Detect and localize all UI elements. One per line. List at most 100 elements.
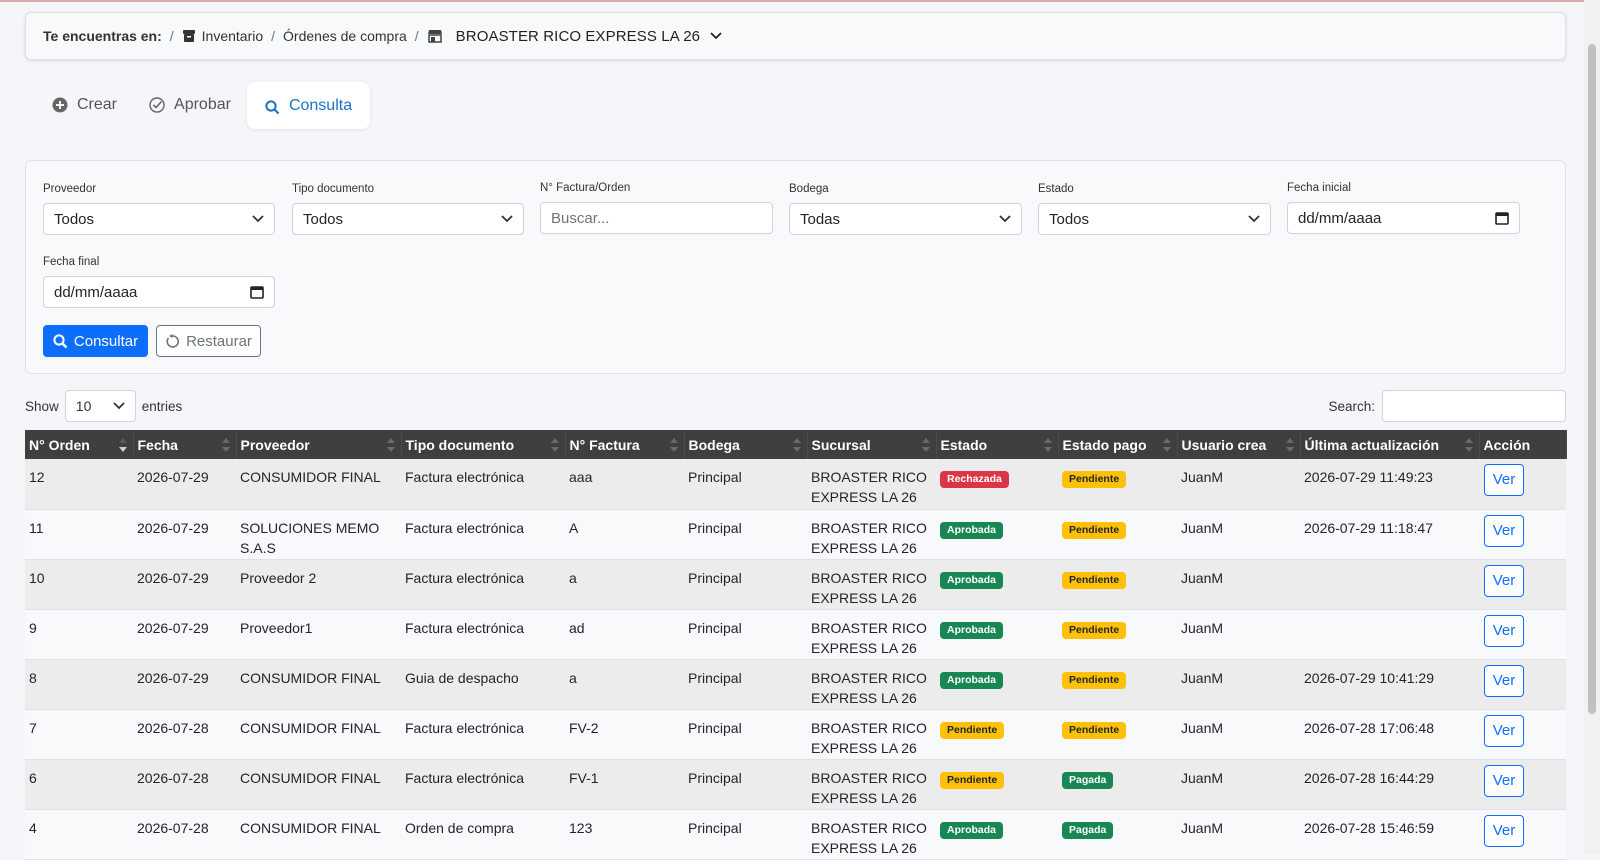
table-cell: Orden de compra bbox=[401, 809, 565, 860]
ver-button[interactable]: Ver bbox=[1484, 614, 1524, 647]
column-header-label: Sucursal bbox=[811, 436, 871, 453]
table-cell: Pagada bbox=[1058, 759, 1177, 810]
column-header[interactable]: Sucursal bbox=[807, 430, 937, 459]
table-row: 7 2026-07-28 CONSUMIDOR FINAL Factura elect… bbox=[25, 709, 1566, 760]
table-cell: Principal bbox=[684, 709, 807, 760]
table-cell: 4 bbox=[25, 809, 133, 860]
payment-status-badge: Pagada bbox=[1062, 771, 1114, 789]
table-cell: Factura electrónica bbox=[401, 459, 565, 510]
column-header[interactable]: Última actualización bbox=[1300, 430, 1480, 459]
consultar-button[interactable]: Consultar bbox=[43, 325, 148, 357]
cell-text: JuanM bbox=[1181, 619, 1224, 636]
column-header[interactable]: N° Factura bbox=[565, 430, 685, 459]
ver-button[interactable]: Ver bbox=[1484, 714, 1524, 747]
fecha-inicial-input[interactable]: dd/mm/aaaa bbox=[1287, 202, 1520, 234]
sort-icon bbox=[221, 438, 230, 452]
page-scrollbar[interactable] bbox=[1584, 0, 1600, 854]
table-cell: BROASTER RICO EXPRESS LA 26 bbox=[807, 809, 936, 860]
table-cell: Pendiente bbox=[936, 709, 1058, 760]
proveedor-select[interactable]: Todos bbox=[43, 203, 275, 235]
table-cell: Factura electrónica bbox=[401, 609, 565, 660]
cell-text: JuanM bbox=[1181, 469, 1224, 485]
button-label: Consultar bbox=[73, 332, 139, 350]
store-selector[interactable]: BROASTER RICO EXPRESS LA 26 bbox=[427, 28, 728, 45]
breadcrumb-item-ordenes[interactable]: Órdenes de compra bbox=[283, 28, 407, 44]
tab-crear[interactable]: Crear bbox=[36, 82, 133, 128]
column-header[interactable]: N° Orden bbox=[25, 430, 134, 459]
tab-aprobar[interactable]: Aprobar bbox=[133, 82, 247, 128]
breadcrumb-separator: / bbox=[169, 28, 174, 44]
fecha-final-input[interactable]: dd/mm/aaaa bbox=[43, 276, 275, 308]
tipo-documento-select[interactable]: Todos bbox=[292, 203, 524, 235]
factura-search-input[interactable]: Buscar... bbox=[540, 202, 773, 234]
ver-button[interactable]: Ver bbox=[1484, 764, 1524, 797]
table-cell: 2026-07-29 11:49:23 bbox=[1300, 459, 1479, 510]
cell-text: CONSUMIDOR FINAL bbox=[240, 719, 381, 736]
entries-select[interactable]: 10 bbox=[64, 390, 136, 422]
ver-button[interactable]: Ver bbox=[1484, 514, 1524, 547]
filter-tipo-documento: Tipo documento Todos bbox=[292, 183, 524, 235]
date-value: dd/mm/aaaa bbox=[1298, 209, 1382, 227]
status-badge: Aprobada bbox=[940, 621, 1004, 639]
cell-text: aaa bbox=[569, 469, 593, 485]
cell-text: Factura electrónica bbox=[405, 769, 525, 786]
cell-text: SOLUCIONES MEMO S.A.S bbox=[240, 519, 380, 556]
archive-icon bbox=[182, 30, 195, 42]
sort-icon bbox=[118, 438, 127, 452]
table-cell: 2026-07-29 bbox=[133, 609, 236, 660]
cell-text: a bbox=[569, 669, 577, 686]
column-header[interactable]: Estado pago bbox=[1058, 430, 1178, 459]
status-badge: Aprobada bbox=[940, 821, 1004, 839]
table-cell: Principal bbox=[684, 459, 807, 510]
restaurar-button[interactable]: Restaurar bbox=[156, 325, 261, 357]
column-header[interactable]: Bodega bbox=[684, 430, 808, 459]
table-cell: CONSUMIDOR FINAL bbox=[236, 459, 401, 510]
chevron-down-icon bbox=[252, 215, 264, 223]
table-cell: 9 bbox=[25, 609, 133, 660]
scrollbar-thumb[interactable] bbox=[1588, 44, 1596, 714]
select-value: Todas bbox=[800, 210, 841, 228]
cell-text: Principal bbox=[688, 619, 742, 636]
table-cell: Pendiente bbox=[1058, 459, 1177, 510]
breadcrumb-item-inventario[interactable]: Inventario bbox=[182, 28, 263, 44]
check-circle-icon bbox=[149, 97, 165, 113]
table-cell: 2026-07-29 bbox=[133, 509, 236, 560]
chevron-down-icon bbox=[113, 402, 125, 410]
ver-button[interactable]: Ver bbox=[1484, 464, 1524, 496]
table-cell: Ver bbox=[1479, 709, 1566, 760]
column-header[interactable]: Tipo documento bbox=[401, 430, 566, 459]
ver-button[interactable]: Ver bbox=[1484, 664, 1524, 697]
status-badge: Pendiente bbox=[940, 771, 1005, 789]
calendar-icon[interactable] bbox=[1495, 211, 1509, 225]
ver-button[interactable]: Ver bbox=[1484, 814, 1524, 847]
entries-length-control: Show 10 entries bbox=[25, 390, 182, 422]
column-header[interactable]: Estado bbox=[936, 430, 1059, 459]
bodega-select[interactable]: Todas bbox=[789, 203, 1022, 235]
table-cell: Factura electrónica bbox=[401, 509, 565, 560]
column-header[interactable]: Proveedor bbox=[236, 430, 402, 459]
sort-icon bbox=[1043, 438, 1052, 452]
table-cell: BROASTER RICO EXPRESS LA 26 bbox=[807, 759, 936, 810]
tab-consulta[interactable]: Consulta bbox=[246, 82, 371, 129]
table-search-input[interactable] bbox=[1382, 390, 1566, 422]
cell-text: 2026-07-28 15:46:59 bbox=[1304, 819, 1434, 836]
table-cell: Proveedor 2 bbox=[236, 559, 401, 610]
ver-button[interactable]: Ver bbox=[1484, 564, 1524, 597]
table-cell: 12 bbox=[25, 459, 133, 510]
table-cell: 2026-07-28 bbox=[133, 759, 236, 810]
calendar-icon[interactable] bbox=[250, 285, 264, 299]
sort-icon bbox=[921, 438, 930, 452]
cell-text: Principal bbox=[688, 569, 742, 586]
estado-select[interactable]: Todos bbox=[1038, 203, 1271, 235]
cell-text: Principal bbox=[688, 519, 742, 536]
table-cell: Ver bbox=[1479, 659, 1566, 710]
cell-text: Principal bbox=[688, 669, 742, 686]
filter-panel: Proveedor Todos Tipo documento Todos N° … bbox=[25, 160, 1566, 374]
column-header[interactable]: Usuario crea bbox=[1177, 430, 1301, 459]
sort-icon bbox=[1464, 438, 1473, 452]
column-header[interactable]: Acción bbox=[1479, 430, 1567, 459]
column-header[interactable]: Fecha bbox=[133, 430, 237, 459]
table-cell: 2026-07-29 10:41:29 bbox=[1300, 659, 1479, 710]
cell-text: 2026-07-29 11:18:47 bbox=[1304, 519, 1433, 536]
status-badge: Aprobada bbox=[940, 571, 1004, 589]
